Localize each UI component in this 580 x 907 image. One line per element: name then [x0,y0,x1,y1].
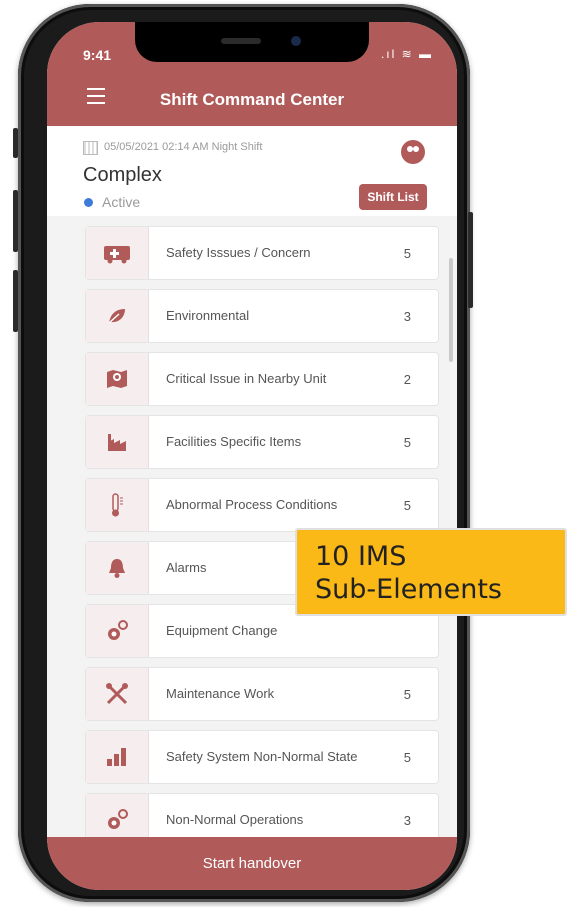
list-item-count: 5 [403,750,411,765]
list-item-label: Abnormal Process Conditions [166,497,338,512]
callout-line-2: Sub-Elements [315,574,502,605]
list-item-label: Safety Isssues / Concern [166,245,311,260]
gears-icon [86,605,149,657]
list-item-label: Facilities Specific Items [166,434,302,449]
list-item-label: Alarms [166,560,207,575]
start-handover-button[interactable]: Start handover [47,837,457,890]
list-item[interactable]: Maintenance Work 5 [85,667,439,721]
factory-icon [86,416,149,468]
tools-icon [86,668,149,720]
scrollbar[interactable] [449,258,453,362]
leaf-icon [86,290,149,342]
list-item-label: Non-Normal Operations [166,812,304,827]
phone-frame: 9:41 .ıl ≋ ▬ Shift Command Center 05/05/… [18,4,470,902]
shift-list-button[interactable]: Shift List [359,184,427,210]
speaker-grille [221,38,261,44]
bell-icon [86,542,149,594]
page-title: Shift Command Center [159,90,345,109]
status-time: 9:41 [83,47,112,63]
list-item-count: 5 [403,435,411,450]
list-item-label: Critical Issue in Nearby Unit [166,371,327,386]
volume-up-button [13,190,18,252]
list-item[interactable]: Critical Issue in Nearby Unit 2 [85,352,439,406]
calendar-icon [83,141,98,155]
status-icons: .ıl ≋ ▬ [380,47,433,61]
mute-switch [13,128,18,158]
callout-line-1: 10 IMS [315,541,407,572]
group-icon[interactable] [401,140,425,164]
list-item-count: 5 [403,246,411,261]
shift-info-panel: 05/05/2021 02:14 AM Night Shift Complex … [47,126,457,216]
ambulance-icon [86,227,149,279]
list-item-count: 3 [403,309,411,324]
power-button [468,212,473,308]
status-label: Active [102,194,141,210]
map-pin-icon [86,353,149,405]
list-item[interactable]: Safety Isssues / Concern 5 [85,226,439,280]
callout-label: 10 IMS Sub-Elements [295,528,567,616]
site-name: Complex [83,164,162,186]
list-item-count: 5 [403,687,411,702]
list-item-count: 3 [403,813,411,828]
phone-screen-bezel: 9:41 .ıl ≋ ▬ Shift Command Center 05/05/… [47,22,457,890]
list-item[interactable]: Safety System Non-Normal State 5 [85,730,439,784]
list-item-label: Equipment Change [166,623,278,638]
list-item-count: 5 [403,498,411,513]
phone-notch [135,22,369,62]
bar-chart-icon [86,731,149,783]
status-dot [84,198,93,207]
shift-datetime: 05/05/2021 02:14 AM Night Shift [104,141,263,153]
front-camera [291,36,301,46]
list-item[interactable]: Facilities Specific Items 5 [85,415,439,469]
list-item-label: Safety System Non-Normal State [166,749,358,764]
list-item-count: 2 [403,372,411,387]
list-item[interactable]: Environmental 3 [85,289,439,343]
thermometer-icon [86,479,149,531]
volume-down-button [13,270,18,332]
list-item[interactable]: Abnormal Process Conditions 5 [85,478,439,532]
app-screen: 9:41 .ıl ≋ ▬ Shift Command Center 05/05/… [47,22,457,890]
list-item-label: Environmental [166,308,250,323]
list-item-label: Maintenance Work [166,686,275,701]
